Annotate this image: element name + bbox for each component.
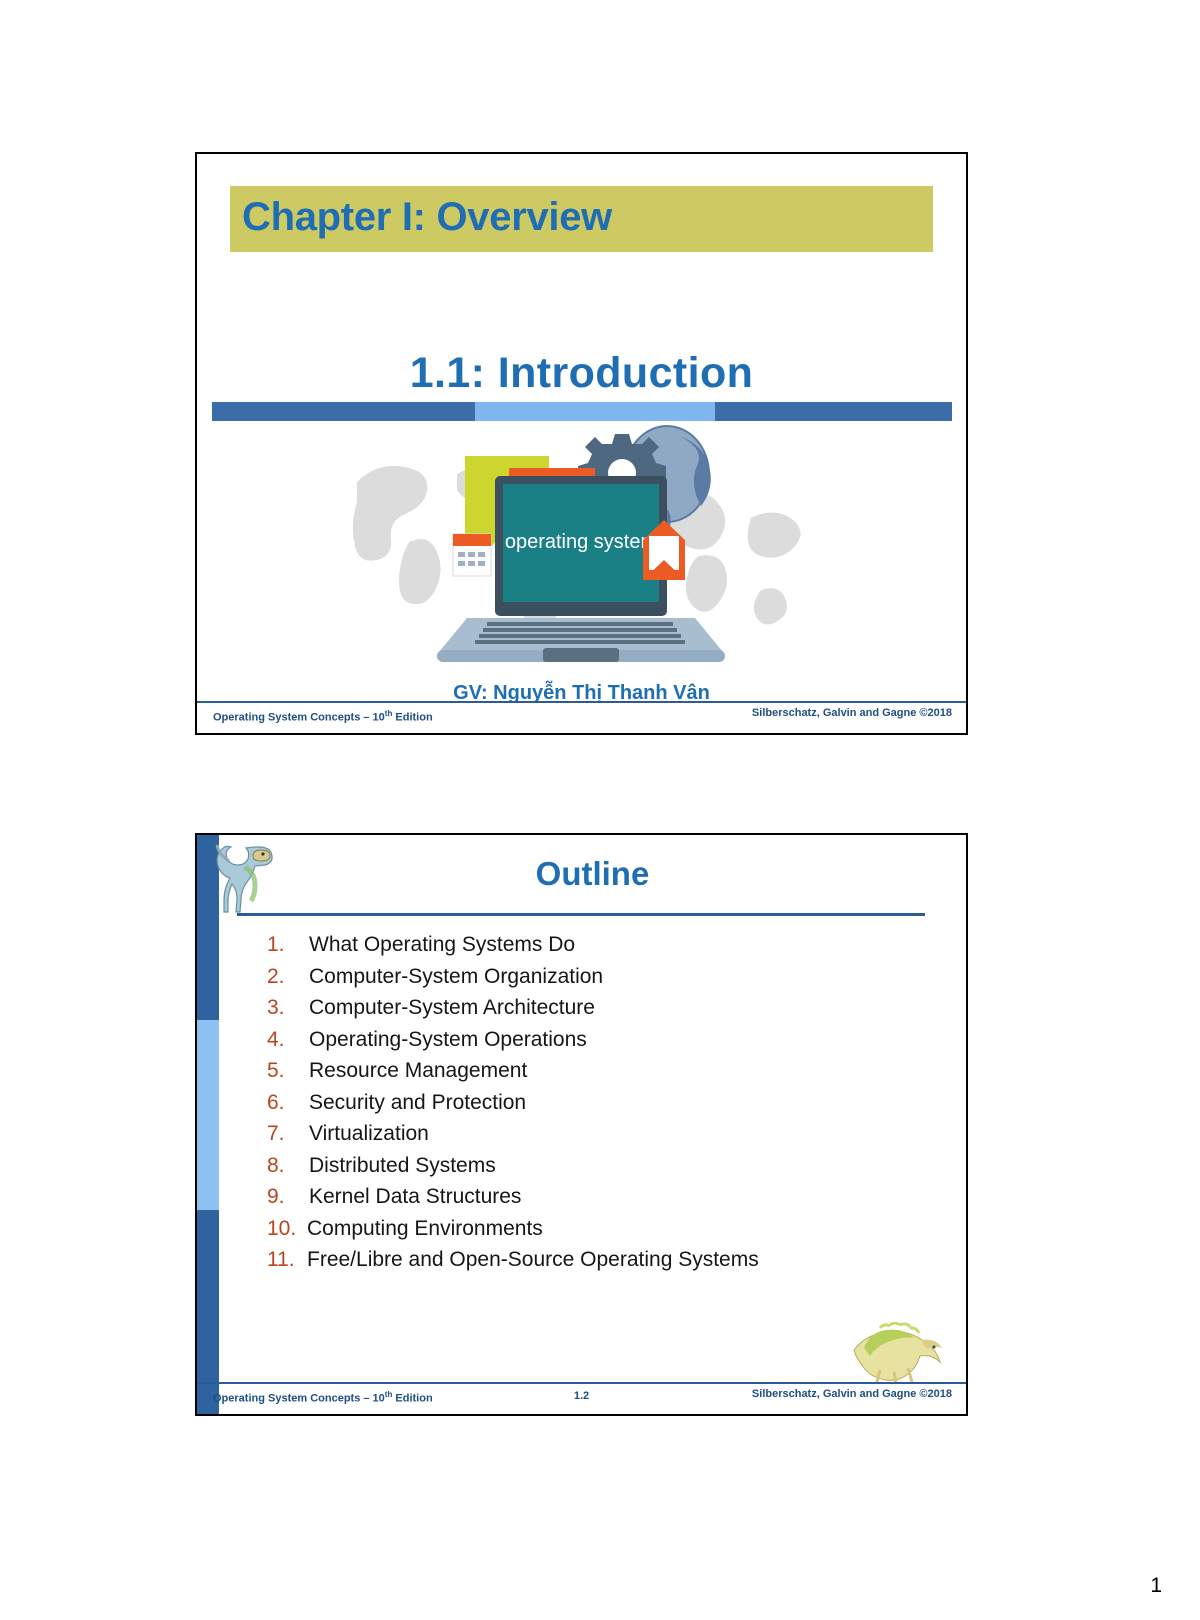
slide-subtitle: 1.1: Introduction: [409, 349, 754, 397]
list-item-number: 10.: [267, 1216, 297, 1240]
list-item-label: Computer-System Organization: [309, 964, 604, 988]
chapter-banner: Chapter I: Overview: [230, 186, 933, 252]
page-title: Outline: [535, 855, 650, 892]
side-bar-segment-middle: [197, 1020, 219, 1210]
outline-list: 1. What Operating Systems Do 2. Computer-S…: [267, 933, 907, 1280]
list-item-label: Security and Protection: [309, 1090, 527, 1114]
rule-segment-dark-left: [212, 402, 475, 421]
footer-copyright: Silberschatz, Galvin and Gagne ©2018: [751, 707, 952, 719]
list-item-label: Operating-System Operations: [309, 1027, 587, 1051]
list-item[interactable]: 4. Operating-System Operations: [267, 1028, 907, 1060]
list-item-number: 1.: [267, 933, 285, 956]
document-page-number: 1: [1150, 1574, 1162, 1597]
footer-copyright: Silberschatz, Galvin and Gagne ©2018: [751, 1388, 952, 1400]
list-item[interactable]: 6. Security and Protection: [267, 1091, 907, 1123]
list-item-label: Computer-System Architecture: [309, 996, 595, 1019]
decorative-rule: [212, 402, 952, 421]
spinosaurus-icon: [850, 1321, 946, 1385]
calendar-icon: [452, 533, 492, 577]
list-item[interactable]: 7. Virtualization: [267, 1122, 907, 1154]
list-item[interactable]: 8. Distributed Systems: [267, 1154, 907, 1186]
dinosaur-icon: [215, 841, 281, 913]
list-item-number: 3.: [267, 996, 285, 1019]
footer-edition-suffix: Edition: [392, 711, 433, 724]
outline-slide: Outline 1. What Operating Systems Do 2. Co…: [195, 833, 968, 1416]
list-item-number: 9.: [267, 1185, 285, 1208]
list-item-label: Virtualization: [309, 1122, 429, 1145]
list-item-label: Free/Libre and Open-Source Operating Sys…: [307, 1248, 759, 1271]
slide-side-bar: [197, 835, 219, 1414]
outline-header: Outline: [219, 835, 966, 915]
footer-edition: Operating System Concepts – 10th Edition: [213, 709, 433, 724]
list-item[interactable]: 5. Resource Management: [267, 1059, 907, 1091]
chapter-banner-text: Chapter I: Overview: [242, 195, 612, 239]
list-item-label: Distributed Systems: [309, 1153, 496, 1177]
list-item-label: Resource Management: [309, 1059, 528, 1082]
list-item-number: 5.: [267, 1059, 285, 1082]
slide-footer: Operating System Concepts – 10th Edition…: [197, 1382, 966, 1414]
slide-footer: Operating System Concepts – 10th Edition…: [197, 701, 966, 733]
rule-segment-light-center: [474, 402, 716, 421]
list-item-number: 7.: [267, 1122, 285, 1145]
list-item-number: 2.: [267, 964, 285, 988]
list-item-label: Kernel Data Structures: [309, 1185, 522, 1208]
list-item[interactable]: 11. Free/Libre and Open-Source Operating …: [267, 1248, 907, 1280]
laptop-operating-system-illustration: operating system: [347, 422, 817, 677]
rule-segment-dark-right: [715, 402, 952, 421]
list-item-number: 4.: [267, 1027, 285, 1051]
list-item[interactable]: 1. What Operating Systems Do: [267, 933, 907, 965]
footer-edition-prefix: Operating System Concepts – 10: [213, 711, 385, 724]
title-slide: Chapter I: Overview 1.1: Introduction op…: [195, 152, 968, 735]
list-item-number: 8.: [267, 1153, 285, 1177]
list-item-label: Computing Environments: [307, 1216, 543, 1240]
list-item[interactable]: 3. Computer-System Architecture: [267, 996, 907, 1028]
list-item-number: 6.: [267, 1090, 285, 1114]
list-item[interactable]: 2. Computer-System Organization: [267, 965, 907, 997]
header-underline: [237, 913, 925, 916]
laptop-screen-text: operating system: [505, 531, 657, 553]
list-item[interactable]: 9. Kernel Data Structures: [267, 1185, 907, 1217]
list-item-label: What Operating Systems Do: [309, 933, 576, 956]
list-item[interactable]: 10. Computing Environments: [267, 1217, 907, 1249]
list-item-number: 11.: [267, 1248, 295, 1271]
